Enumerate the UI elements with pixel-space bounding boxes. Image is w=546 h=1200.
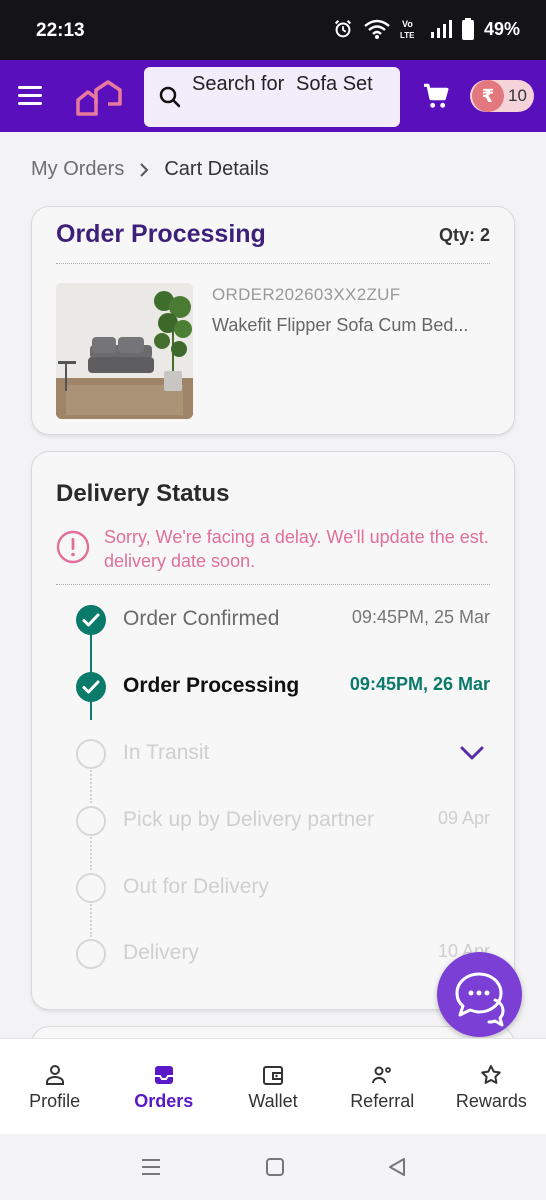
step-date: 09:45PM, 26 Mar (349, 674, 490, 694)
product-image[interactable] (56, 283, 193, 419)
delay-message: Sorry, We're facing a delay. We'll updat… (104, 527, 489, 571)
alarm-icon (334, 20, 352, 38)
chevron-right-icon (140, 162, 149, 177)
nav-label: Wallet (248, 1091, 298, 1111)
delivery-status-title: Delivery Status (56, 480, 230, 507)
timeline-step-out-for-delivery: Out for Delivery (32, 873, 514, 913)
volte-icon: Vo LTE (400, 19, 415, 40)
rupee-coin-icon: ₹ (472, 80, 504, 112)
check-circle-icon (76, 672, 106, 702)
nav-label: Rewards (455, 1091, 527, 1111)
hamburger-menu-icon[interactable] (16, 82, 44, 110)
battery-icon (461, 18, 474, 40)
timeline-step-order-processing: Order Processing 09:45PM, 26 Mar (32, 672, 514, 712)
status-time: 22:13 (36, 20, 85, 41)
nav-wallet[interactable]: Wallet (218, 1039, 327, 1134)
person-icon (45, 1065, 64, 1085)
order-status-title: Order Processing (56, 220, 266, 248)
timeline-step-pickup: Pick up by Delivery partner 09 Apr (32, 806, 514, 846)
nav-label: Referral (350, 1091, 415, 1111)
nav-label: Orders (134, 1091, 194, 1111)
breadcrumb-cart-details: Cart Details (164, 158, 269, 180)
order-card[interactable]: Order Processing Qty: 2 ORDER202603XX2ZU… (31, 206, 515, 435)
step-label: Pick up by Delivery partner (123, 808, 374, 831)
signal-icon (430, 20, 452, 38)
battery-percentage: 49% (483, 18, 520, 39)
step-label: Delivery (123, 941, 199, 964)
nav-referral[interactable]: Referral (328, 1039, 437, 1134)
check-circle-icon (76, 605, 106, 635)
delivery-status-card: Delivery Status Sorry, We're facing a de… (31, 451, 515, 1010)
chevron-down-icon[interactable] (460, 745, 484, 761)
system-navigation-bar (0, 1134, 546, 1200)
step-date: 09 Apr (437, 808, 490, 828)
coins-count: 10 (508, 86, 527, 105)
nav-label: Profile (29, 1091, 81, 1111)
referral-icon (372, 1066, 392, 1084)
svg-text:LTE: LTE (400, 31, 415, 40)
wallet-icon (263, 1066, 283, 1085)
bottom-navigation: Profile Orders Wallet Referral Rewards (0, 1038, 546, 1134)
orders-icon (154, 1066, 173, 1084)
recent-apps-icon[interactable] (140, 1156, 162, 1178)
wifi-icon (364, 19, 390, 39)
home-icon[interactable] (264, 1156, 286, 1178)
nav-rewards[interactable]: Rewards (437, 1039, 546, 1134)
coins-badge[interactable]: ₹ 10 (470, 80, 534, 112)
empty-circle-icon (76, 873, 106, 903)
star-icon (481, 1065, 502, 1084)
breadcrumb: My Orders Cart Details (31, 158, 269, 181)
order-quantity: Qty: 2 (438, 225, 490, 245)
timeline-step-in-transit[interactable]: In Transit (32, 739, 514, 779)
search-placeholder: Search for (192, 73, 285, 95)
step-label: Order Processing (123, 674, 300, 697)
search-icon (159, 86, 181, 108)
cart-icon[interactable] (420, 80, 452, 112)
chat-support-button[interactable] (437, 952, 522, 1037)
search-suggestion: Sofa Set (296, 73, 373, 95)
svg-text:Vo: Vo (402, 19, 413, 29)
search-bar[interactable]: Search for Sofa Set (144, 67, 400, 127)
product-name[interactable]: Wakefit Flipper Sofa Cum Bed... (212, 315, 468, 336)
breadcrumb-my-orders[interactable]: My Orders (31, 158, 124, 181)
back-icon[interactable] (386, 1156, 408, 1178)
step-date: 09:45PM, 25 Mar (351, 607, 490, 627)
status-bar: 22:13 Vo LTE 49% (0, 0, 546, 60)
brand-logo-icon[interactable] (74, 78, 124, 118)
step-label: Out for Delivery (123, 875, 269, 898)
order-id: ORDER202603XX2ZUF (212, 285, 401, 304)
empty-circle-icon (76, 806, 106, 836)
empty-circle-icon (76, 939, 106, 969)
nav-orders[interactable]: Orders (109, 1039, 218, 1134)
timeline-step-order-confirmed: Order Confirmed 09:45PM, 25 Mar (32, 605, 514, 645)
nav-profile[interactable]: Profile (0, 1039, 109, 1134)
warning-icon (56, 530, 90, 564)
step-label: In Transit (123, 741, 210, 764)
divider (56, 263, 490, 264)
step-label: Order Confirmed (123, 607, 280, 630)
app-header: Search for Sofa Set ₹ 10 (0, 60, 546, 132)
chat-bubble-icon (455, 972, 505, 1027)
empty-circle-icon (76, 739, 106, 769)
divider (56, 584, 490, 585)
